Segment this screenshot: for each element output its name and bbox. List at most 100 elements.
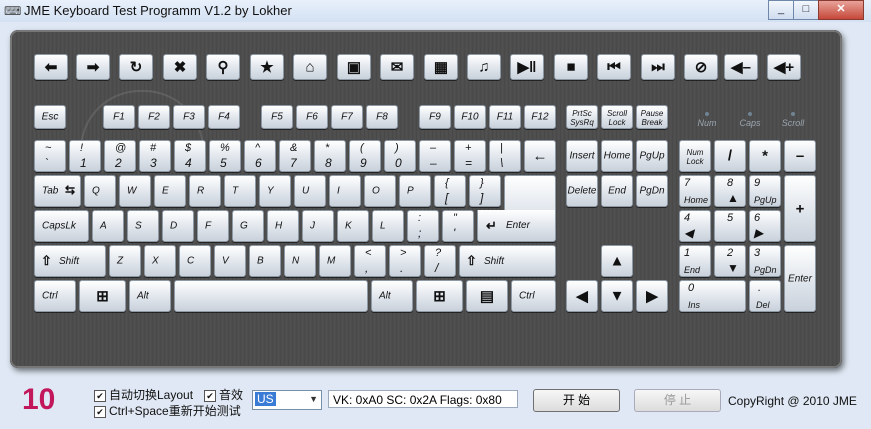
key-o[interactable]: O (364, 175, 396, 207)
key-i[interactable]: I (329, 175, 361, 207)
key-f12[interactable]: F12 (524, 105, 556, 129)
key-left[interactable]: ◀ (566, 280, 598, 312)
start-button[interactable]: 开 始 (533, 389, 620, 412)
key-left-bracket[interactable]: {[ (434, 175, 466, 207)
maximize-button[interactable]: □ (793, 0, 819, 20)
key-pgup[interactable]: PgUp (636, 140, 668, 172)
key-h[interactable]: H (267, 210, 299, 242)
key-f4[interactable]: F4 (208, 105, 240, 129)
key-right-shift[interactable]: ⇧ Shift (459, 245, 556, 277)
media-key[interactable]: ♫ (467, 54, 501, 80)
search-key[interactable]: ⚲ (206, 54, 240, 80)
key-f11[interactable]: F11 (489, 105, 521, 129)
key-scroll-lock[interactable]: Scroll Lock (601, 105, 633, 129)
key-numpad-enter[interactable]: Enter (784, 245, 816, 312)
minimize-button[interactable]: _ (768, 0, 794, 20)
key-delete[interactable]: Delete (566, 175, 598, 207)
key-numlock[interactable]: Num Lock (679, 140, 711, 172)
key-numpad-add[interactable]: + (784, 175, 816, 242)
key-backslash[interactable]: | \ (489, 140, 521, 172)
sound-checkbox[interactable]: ✔ 音效 (204, 386, 243, 403)
key-left-alt[interactable]: Alt (129, 280, 171, 312)
key-p[interactable]: P (399, 175, 431, 207)
key-numpad-6[interactable]: 6 ▶ (749, 210, 781, 242)
key-f3[interactable]: F3 (173, 105, 205, 129)
key-capslock[interactable]: CapsLk (34, 210, 89, 242)
key-numpad-4[interactable]: 4 ◀ (679, 210, 711, 242)
key-period[interactable]: >. (389, 245, 421, 277)
key-g[interactable]: G (232, 210, 264, 242)
key-w[interactable]: W (119, 175, 151, 207)
key-1[interactable]: ! 1 (69, 140, 101, 172)
play-pause-key[interactable]: ▶‖ (510, 54, 544, 80)
forward-key[interactable]: ➡ (76, 54, 110, 80)
next-track-key[interactable]: ⏭ (641, 54, 675, 80)
key-comma[interactable]: <, (354, 245, 386, 277)
key-semicolon[interactable]: :; (407, 210, 439, 242)
key-pgdn[interactable]: PgDn (636, 175, 668, 207)
key-b[interactable]: B (249, 245, 281, 277)
key-0[interactable]: ) 0 (384, 140, 416, 172)
stop-key[interactable]: ✖ (163, 54, 197, 80)
key-tilde[interactable]: ~ ` (34, 140, 66, 172)
key-slash[interactable]: ? / (424, 245, 456, 277)
key-5[interactable]: % 5 (209, 140, 241, 172)
key-enter-lower[interactable]: ↵ Enter (477, 210, 556, 242)
key-u[interactable]: U (294, 175, 326, 207)
key-f2[interactable]: F2 (138, 105, 170, 129)
key-numpad-divide[interactable]: / (714, 140, 746, 172)
key-j[interactable]: J (302, 210, 334, 242)
ctrl-space-restart-checkbox[interactable]: ✔ Ctrl+Space重新开始测试 (94, 402, 241, 419)
key-numpad-8[interactable]: 8 ▲ (714, 175, 746, 207)
key-d[interactable]: D (162, 210, 194, 242)
key-up[interactable]: ▲ (601, 245, 633, 277)
calculator-key[interactable]: ▦ (424, 54, 458, 80)
key-n[interactable]: N (284, 245, 316, 277)
key-numpad-7[interactable]: 7 Home (679, 175, 711, 207)
key-k[interactable]: K (337, 210, 369, 242)
key-numpad-9[interactable]: 9 PgUp (749, 175, 781, 207)
key-numpad-subtract[interactable]: – (784, 140, 816, 172)
volume-up-key[interactable]: ◀+ (767, 54, 801, 80)
key-f7[interactable]: F7 (331, 105, 363, 129)
key-end[interactable]: End (601, 175, 633, 207)
key-menu[interactable]: ▤ (466, 280, 508, 312)
prev-track-key[interactable]: ⏮ (597, 54, 631, 80)
key-q[interactable]: Q (84, 175, 116, 207)
layout-select[interactable]: US ▼ (252, 390, 322, 410)
key-space[interactable] (174, 280, 368, 312)
key-numpad-2[interactable]: 2 ▼ (714, 245, 746, 277)
key-f9[interactable]: F9 (419, 105, 451, 129)
mute-key[interactable]: ⊘ (684, 54, 718, 80)
key-left-shift[interactable]: ⇧ Shift (34, 245, 106, 277)
key-c[interactable]: C (179, 245, 211, 277)
key-equals[interactable]: + = (454, 140, 486, 172)
key-v[interactable]: V (214, 245, 246, 277)
key-f[interactable]: F (197, 210, 229, 242)
key-numpad-0[interactable]: 0 Ins (679, 280, 746, 312)
key-minus[interactable]: – – (419, 140, 451, 172)
key-esc[interactable]: Esc (34, 105, 66, 129)
auto-switch-layout-checkbox[interactable]: ✔ 自动切换Layout (94, 386, 193, 403)
key-7[interactable]: & 7 (279, 140, 311, 172)
key-a[interactable]: A (92, 210, 124, 242)
key-r[interactable]: R (189, 175, 221, 207)
key-numpad-5[interactable]: 5 (714, 210, 746, 242)
key-right-alt[interactable]: Alt (371, 280, 413, 312)
key-x[interactable]: X (144, 245, 176, 277)
key-m[interactable]: M (319, 245, 351, 277)
key-numpad-1[interactable]: 1 End (679, 245, 711, 277)
key-f8[interactable]: F8 (366, 105, 398, 129)
key-backspace[interactable]: ← (524, 140, 556, 172)
key-right-ctrl[interactable]: Ctrl (511, 280, 556, 312)
key-pause[interactable]: Pause Break (636, 105, 668, 129)
key-z[interactable]: Z (109, 245, 141, 277)
key-4[interactable]: $4 (174, 140, 206, 172)
home-page-key[interactable]: ⌂ (293, 54, 327, 80)
key-t[interactable]: T (224, 175, 256, 207)
key-down[interactable]: ▼ (601, 280, 633, 312)
key-numpad-decimal[interactable]: . Del (749, 280, 781, 312)
refresh-key[interactable]: ↻ (119, 54, 153, 80)
key-3[interactable]: #3 (139, 140, 171, 172)
back-key[interactable]: ⬅ (34, 54, 68, 80)
